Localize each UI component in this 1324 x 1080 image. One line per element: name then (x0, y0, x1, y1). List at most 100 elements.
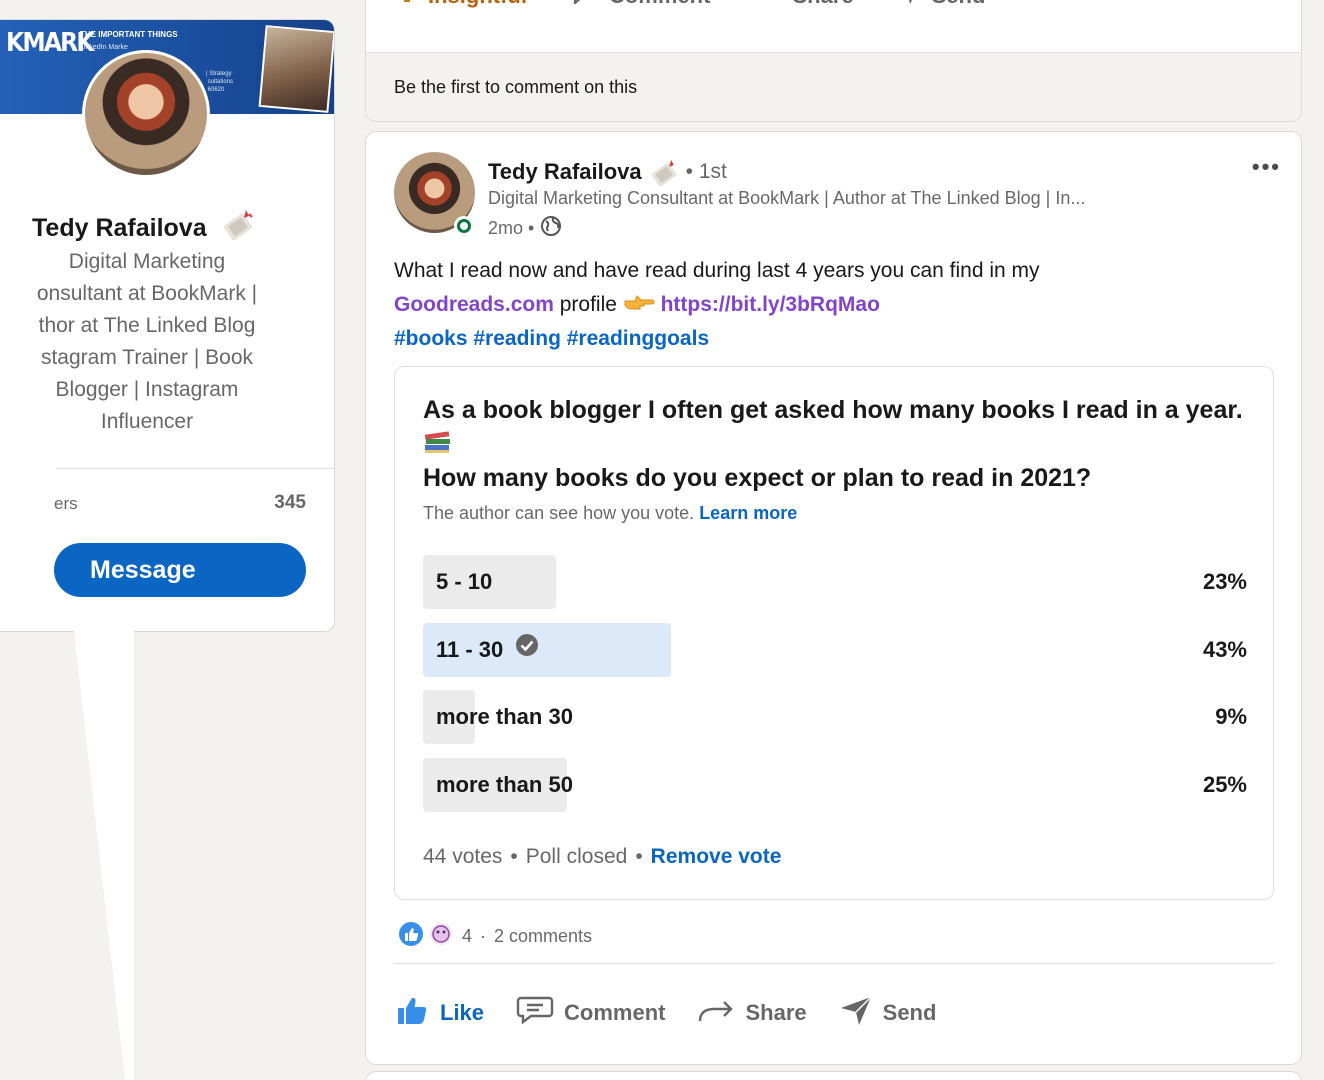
comment-label: Comment (564, 1000, 666, 1025)
headline-line: Digital Marketing (68, 250, 226, 273)
comments-count[interactable]: 2 comments (494, 926, 592, 947)
poll-note-text: The author can see how you vote. (423, 503, 695, 523)
share-button[interactable]: Share (697, 995, 807, 1031)
connection-degree: • 1st (685, 160, 727, 183)
social-counts[interactable]: 4 · 2 comments (398, 921, 592, 952)
checkmark-icon (515, 623, 539, 677)
author-headline: Digital Marketing Consultant at BookMark… (488, 188, 1086, 208)
poll-privacy-note: The author can see how you vote. Learn m… (423, 503, 797, 524)
globe-icon (540, 215, 562, 242)
poll-option-percent: 25% (1202, 772, 1247, 797)
insightful-label: Insightful (428, 0, 527, 9)
separator-dot: • (510, 845, 518, 868)
next-post-card (366, 1072, 1301, 1080)
poll-option[interactable]: more than 50 25% (423, 758, 1247, 812)
banner-tagline: THE IMPORTANT THINGS (80, 30, 178, 39)
profile-card: KMARK THE IMPORTANT THINGS LinkedIn Mark… (0, 20, 334, 631)
send-icon (896, 0, 922, 10)
pointing-hand-icon (623, 293, 655, 316)
post-text-line: Goodreads.com profile https://bit.ly/3bR… (394, 288, 1040, 322)
divider (394, 963, 1274, 964)
more-options-button[interactable]: ••• (1252, 154, 1281, 180)
like-label: Like (440, 1000, 485, 1025)
insightful-button[interactable]: Insightful (396, 0, 527, 10)
poll-option[interactable]: more than 30 9% (423, 690, 1247, 744)
poll-status: Poll closed (525, 845, 628, 868)
headline-line: Blogger | Instagram (55, 378, 239, 401)
send-label: Send (932, 0, 986, 9)
poll-question: As a book blogger I often get asked how … (423, 393, 1253, 495)
thumbs-up-icon (396, 994, 430, 1032)
poll-option-label: 5 - 10 (436, 555, 492, 609)
headline-line: Influencer (100, 410, 194, 433)
previous-post-card: Insightful Comment Share Send Be the fir… (366, 0, 1301, 121)
left-card-edge (74, 631, 134, 1080)
banner-side-text: | Strategy sultations 60620 (206, 71, 234, 93)
comment-button[interactable]: Comment (516, 995, 665, 1031)
vote-count: 44 votes (423, 845, 503, 868)
message-button[interactable]: Message (54, 543, 306, 597)
profile-avatar[interactable] (82, 50, 210, 178)
post-meta: 2mo • (488, 215, 562, 242)
followers-label[interactable]: ers (54, 494, 78, 514)
online-status-icon (454, 216, 474, 236)
profile-name-text: Tedy Rafailova (32, 214, 207, 242)
poll-option-text: more than 30 (436, 704, 573, 729)
headline-line: onsultant at BookMark | (36, 282, 258, 305)
poll-option-percent: 23% (1202, 569, 1247, 594)
poll-option-label: 11 - 30 (436, 623, 539, 677)
share-label: Share (745, 1000, 807, 1025)
send-icon (839, 994, 873, 1032)
hashtags: #books #reading #readinggoals (394, 322, 1040, 356)
bitly-link[interactable]: https://bit.ly/3bRqMao (661, 293, 880, 316)
post-text-line: What I read now and have read during las… (394, 259, 1040, 282)
books-icon (423, 430, 453, 458)
poll-footer: 44 votes • Poll closed • Remove vote (423, 845, 781, 869)
post-action-bar: Like Comment Share Send (396, 994, 936, 1032)
send-button-prev[interactable]: Send (896, 0, 986, 10)
goodreads-link[interactable]: Goodreads.com (394, 293, 554, 316)
poll-option[interactable]: 5 - 10 23% (423, 555, 1247, 609)
comment-icon (516, 995, 554, 1031)
poll-option-text: more than 50 (436, 772, 573, 797)
separator-dot: • (635, 845, 643, 868)
comment-icon (569, 0, 599, 10)
share-icon (752, 0, 782, 10)
send-label: Send (882, 1000, 937, 1025)
poll-option[interactable]: 11 - 30 43% (423, 623, 1247, 677)
share-button-prev[interactable]: Share (752, 0, 854, 10)
hashtag-link[interactable]: #reading (473, 327, 561, 350)
author-name[interactable]: Tedy Rafailova • 1st (488, 158, 727, 186)
profile-name[interactable]: Tedy Rafailova (32, 208, 256, 247)
bookmark-badge-icon (222, 208, 256, 247)
banner-photo (258, 25, 334, 113)
hashtag-link[interactable]: #books (394, 327, 468, 350)
send-button[interactable]: Send (839, 994, 937, 1032)
post-card: Tedy Rafailova • 1st Digital Marketing C… (366, 132, 1301, 1064)
poll: As a book blogger I often get asked how … (394, 366, 1274, 900)
remove-vote-link[interactable]: Remove vote (651, 845, 782, 869)
bookmark-badge-icon (650, 158, 680, 186)
first-comment-prompt: Be the first to comment on this (394, 77, 638, 97)
share-label: Share (792, 0, 853, 9)
comment-button-prev[interactable]: Comment (569, 0, 710, 10)
followers-count[interactable]: 345 (274, 492, 306, 514)
like-button[interactable]: Like (396, 994, 484, 1032)
divider (56, 468, 334, 469)
lightbulb-icon (396, 0, 418, 10)
poll-option-percent: 9% (1215, 704, 1247, 729)
curious-reaction-icon (428, 921, 454, 952)
previous-post-actions: Insightful Comment Share Send (396, 0, 985, 14)
poll-question-line1: As a book blogger I often get asked how … (423, 396, 1243, 424)
banner-subtitle: LinkedIn Marke (80, 44, 128, 51)
share-icon (697, 995, 735, 1031)
poll-question-line2: How many books do you expect or plan to … (423, 464, 1092, 492)
author-name-text: Tedy Rafailova (488, 159, 642, 184)
poll-option-label: more than 30 (436, 690, 573, 744)
reactions-count[interactable]: 4 (462, 926, 472, 947)
learn-more-link[interactable]: Learn more (699, 503, 797, 523)
hashtag-link[interactable]: #readinggoals (567, 327, 709, 350)
poll-option-percent: 43% (1202, 637, 1247, 662)
like-reaction-icon (398, 921, 424, 952)
poll-option-text: 11 - 30 (436, 637, 504, 662)
